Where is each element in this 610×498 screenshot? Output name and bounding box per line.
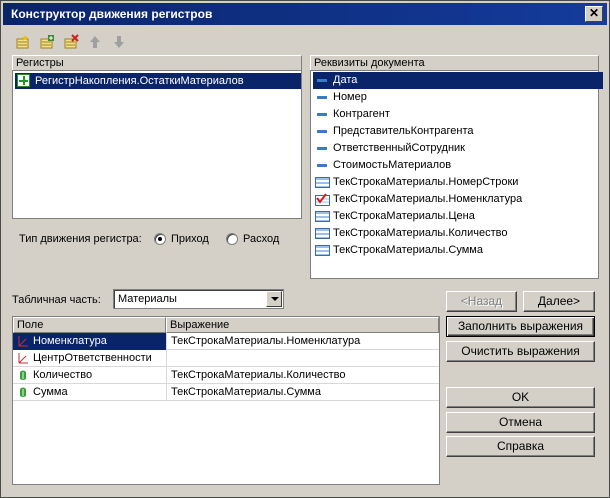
add-register-alt-button[interactable] <box>37 32 57 52</box>
movement-type-label: Тип движения регистра: <box>19 233 142 245</box>
table-icon <box>315 245 330 256</box>
requisite-label: ТекСтрокаМатериалы.Сумма <box>333 244 483 256</box>
column-header-field[interactable]: Поле <box>13 317 166 333</box>
field-name: ЦентрОтветственности <box>33 352 152 364</box>
table-check-icon <box>315 193 330 206</box>
tabular-label: Табличная часть: <box>12 294 101 306</box>
requisite-item[interactable]: ОтветственныйСотрудник <box>313 140 603 157</box>
clear-expressions-button[interactable]: Очистить выражения <box>446 341 595 362</box>
attribute-icon <box>317 113 327 116</box>
resource-icon <box>20 387 26 397</box>
table-icon <box>315 228 330 239</box>
expand-plus-icon[interactable] <box>17 74 30 87</box>
move-down-button[interactable] <box>109 32 129 52</box>
requisite-item[interactable]: ТекСтрокаМатериалы.Сумма <box>313 242 603 259</box>
requisite-label: ТекСтрокаМатериалы.Цена <box>333 210 475 222</box>
requisites-list[interactable]: Дата Номер Контрагент ПредставительКонтр… <box>310 70 603 279</box>
attribute-icon <box>317 147 327 150</box>
requisite-item[interactable]: Дата <box>313 72 603 89</box>
help-button[interactable]: Справка <box>446 436 595 457</box>
table-row[interactable]: Количество ТекСтрокаМатериалы.Количество <box>13 367 439 384</box>
requisite-item[interactable]: Контрагент <box>313 106 603 123</box>
requisite-label: Контрагент <box>333 108 390 120</box>
add-register-button[interactable] <box>13 32 33 52</box>
table-icon <box>315 177 330 188</box>
tabular-select-value: Материалы <box>118 293 177 305</box>
expression-cell[interactable]: ТекСтрокаМатериалы.Количество <box>166 367 439 384</box>
table-row[interactable]: Сумма ТекСтрокаМатериалы.Сумма <box>13 384 439 401</box>
dimension-icon <box>18 353 28 364</box>
requisite-item[interactable]: СтоимостьМатериалов <box>313 157 603 174</box>
requisite-label: ТекСтрокаМатериалы.Номенклатура <box>333 193 523 205</box>
field-name: Сумма <box>33 386 68 398</box>
field-cell[interactable]: ЦентрОтветственности <box>13 350 166 367</box>
expression-cell[interactable]: ТекСтрокаМатериалы.Сумма <box>166 384 439 401</box>
add-register-alt-icon <box>40 35 54 49</box>
radio-expense[interactable] <box>226 233 238 245</box>
fill-expressions-button[interactable]: Заполнить выражения <box>446 316 595 337</box>
registers-header: Регистры <box>12 55 302 71</box>
requisite-item[interactable]: ТекСтрокаМатериалы.Цена <box>313 208 603 225</box>
window-title: Конструктор движения регистров <box>11 7 213 21</box>
add-register-icon <box>16 35 29 49</box>
resource-icon <box>20 370 26 380</box>
tabular-select[interactable]: Материалы <box>113 289 284 309</box>
dimension-icon <box>18 336 28 347</box>
move-down-icon <box>114 36 124 48</box>
requisite-item[interactable]: ТекСтрокаМатериалы.НомерСтроки <box>313 174 603 191</box>
field-name: Номенклатура <box>33 335 107 347</box>
requisite-label: ТекСтрокаМатериалы.Количество <box>333 227 508 239</box>
requisite-item[interactable]: Номер <box>313 89 603 106</box>
dialog-window: Конструктор движения регистров ✕ Регистр… <box>0 0 610 498</box>
chevron-down-icon[interactable] <box>266 291 282 307</box>
expression-cell[interactable]: ТекСтрокаМатериалы.Номенклатура <box>166 333 439 350</box>
ok-button[interactable]: OK <box>446 387 595 408</box>
fields-grid[interactable]: Поле Выражение Номенклатура ТекСтрокаМат… <box>12 316 440 485</box>
back-button[interactable]: <Назад <box>446 291 517 312</box>
column-header-expression[interactable]: Выражение <box>166 317 439 333</box>
move-up-icon <box>90 36 100 48</box>
register-item[interactable]: РегистрНакопления.ОстаткиМатериалов <box>15 73 301 89</box>
requisite-item[interactable]: ПредставительКонтрагента <box>313 123 603 140</box>
requisite-label: СтоимостьМатериалов <box>333 159 452 171</box>
table-row[interactable]: ЦентрОтветственности <box>13 350 439 367</box>
attribute-icon <box>317 130 327 133</box>
field-name: Количество <box>33 369 93 381</box>
requisite-item[interactable]: ТекСтрокаМатериалы.Количество <box>313 225 603 242</box>
requisite-label: Номер <box>333 91 367 103</box>
requisite-label: Дата <box>333 74 358 86</box>
requisite-label: ОтветственныйСотрудник <box>333 142 465 154</box>
radio-income-label[interactable]: Приход <box>171 233 209 245</box>
radio-income[interactable] <box>154 233 166 245</box>
register-toolbar <box>13 32 129 52</box>
table-row[interactable]: Номенклатура ТекСтрокаМатериалы.Номенкла… <box>13 333 439 350</box>
requisites-header: Реквизиты документа <box>310 55 599 71</box>
attribute-icon <box>317 96 327 99</box>
requisite-label: ТекСтрокаМатериалы.НомерСтроки <box>333 176 519 188</box>
delete-register-button[interactable] <box>61 32 81 52</box>
registers-list[interactable]: РегистрНакопления.ОстаткиМатериалов <box>12 70 302 219</box>
requisite-label: ПредставительКонтрагента <box>333 125 474 137</box>
close-button[interactable]: ✕ <box>585 6 603 22</box>
table-icon <box>315 211 330 222</box>
delete-register-icon <box>64 34 79 49</box>
field-cell[interactable]: Сумма <box>13 384 166 401</box>
next-button[interactable]: Далее> <box>523 291 595 312</box>
attribute-icon <box>317 79 327 82</box>
field-cell[interactable]: Номенклатура <box>13 333 166 350</box>
register-item-label: РегистрНакопления.ОстаткиМатериалов <box>35 75 244 87</box>
expression-cell[interactable] <box>166 350 439 367</box>
move-up-button[interactable] <box>85 32 105 52</box>
field-cell[interactable]: Количество <box>13 367 166 384</box>
attribute-icon <box>317 164 327 167</box>
radio-expense-label[interactable]: Расход <box>243 233 279 245</box>
cancel-button[interactable]: Отмена <box>446 412 595 433</box>
title-bar[interactable]: Конструктор движения регистров ✕ <box>3 3 607 25</box>
requisite-item[interactable]: ТекСтрокаМатериалы.Номенклатура <box>313 191 603 208</box>
